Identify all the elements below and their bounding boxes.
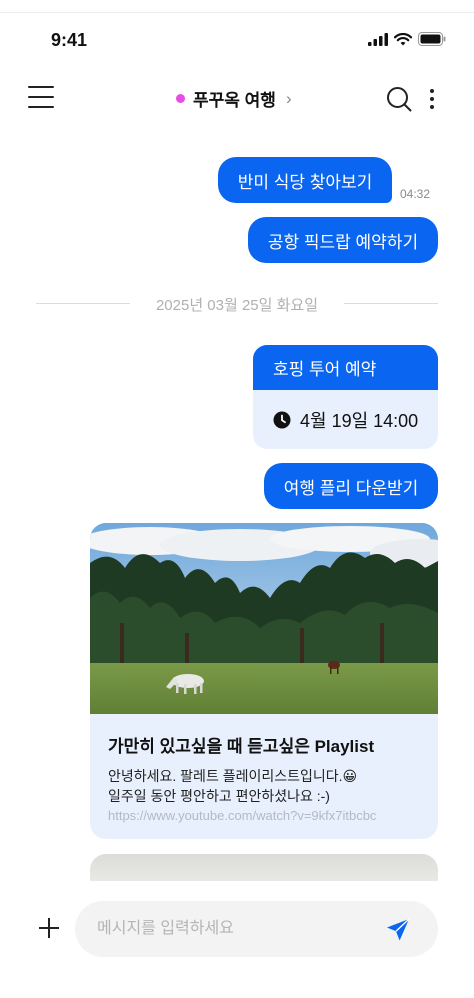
- message-bubble[interactable]: 공항 픽드랍 예약하기: [248, 217, 438, 263]
- status-time: 9:41: [51, 30, 88, 50]
- message-input[interactable]: [97, 901, 377, 957]
- link-preview-image: [90, 523, 438, 714]
- reservation-card[interactable]: 호핑 투어 예약 4월 19일 14:00: [253, 345, 438, 449]
- chat-title: 푸꾸옥 여행: [193, 91, 276, 110]
- reservation-title: 호핑 투어 예약: [253, 345, 438, 390]
- search-icon[interactable]: [386, 86, 412, 112]
- status-icons: [368, 32, 446, 46]
- top-divider: [0, 12, 474, 13]
- date-divider-line: [344, 303, 438, 304]
- link-preview-card[interactable]: [90, 854, 438, 881]
- link-title: 가만히 있고싶을 때 듣고싶은 Playlist: [108, 737, 375, 756]
- battery-icon: [418, 32, 446, 46]
- date-divider: 2025년 03월 25일 화요일: [155, 297, 319, 314]
- chevron-right-icon: ›: [285, 88, 292, 108]
- message-bubble[interactable]: 여행 플리 다운받기: [264, 463, 438, 509]
- wifi-icon: [394, 32, 412, 45]
- more-options-icon[interactable]: [425, 86, 439, 112]
- signal-icon: [368, 32, 388, 46]
- send-icon[interactable]: [385, 917, 411, 943]
- message-timestamp: 04:32: [400, 187, 431, 201]
- plus-icon[interactable]: [38, 917, 60, 939]
- message-bubble[interactable]: 반미 식당 찾아보기: [218, 157, 392, 203]
- reservation-datetime: 4월 19일 14:00: [300, 410, 419, 431]
- online-dot: [176, 94, 185, 103]
- link-preview-card[interactable]: 가만히 있고싶을 때 듣고싶은 Playlist 안녕하세요. 팔레트 플레이리…: [90, 523, 438, 839]
- date-divider-line: [36, 303, 130, 304]
- link-description: 일주일 동안 평안하고 편안하셨나요 :-): [108, 788, 330, 804]
- chat-title-button[interactable]: 푸꾸옥 여행 ›: [176, 86, 292, 111]
- link-url[interactable]: https://www.youtube.com/watch?v=9kfx7itb…: [108, 808, 420, 823]
- message-input-box: [75, 901, 438, 957]
- menu-icon[interactable]: [28, 86, 54, 108]
- link-description: 안녕하세요. 팔레트 플레이리스트입니다.😀: [108, 768, 358, 784]
- clock-icon: [273, 411, 291, 428]
